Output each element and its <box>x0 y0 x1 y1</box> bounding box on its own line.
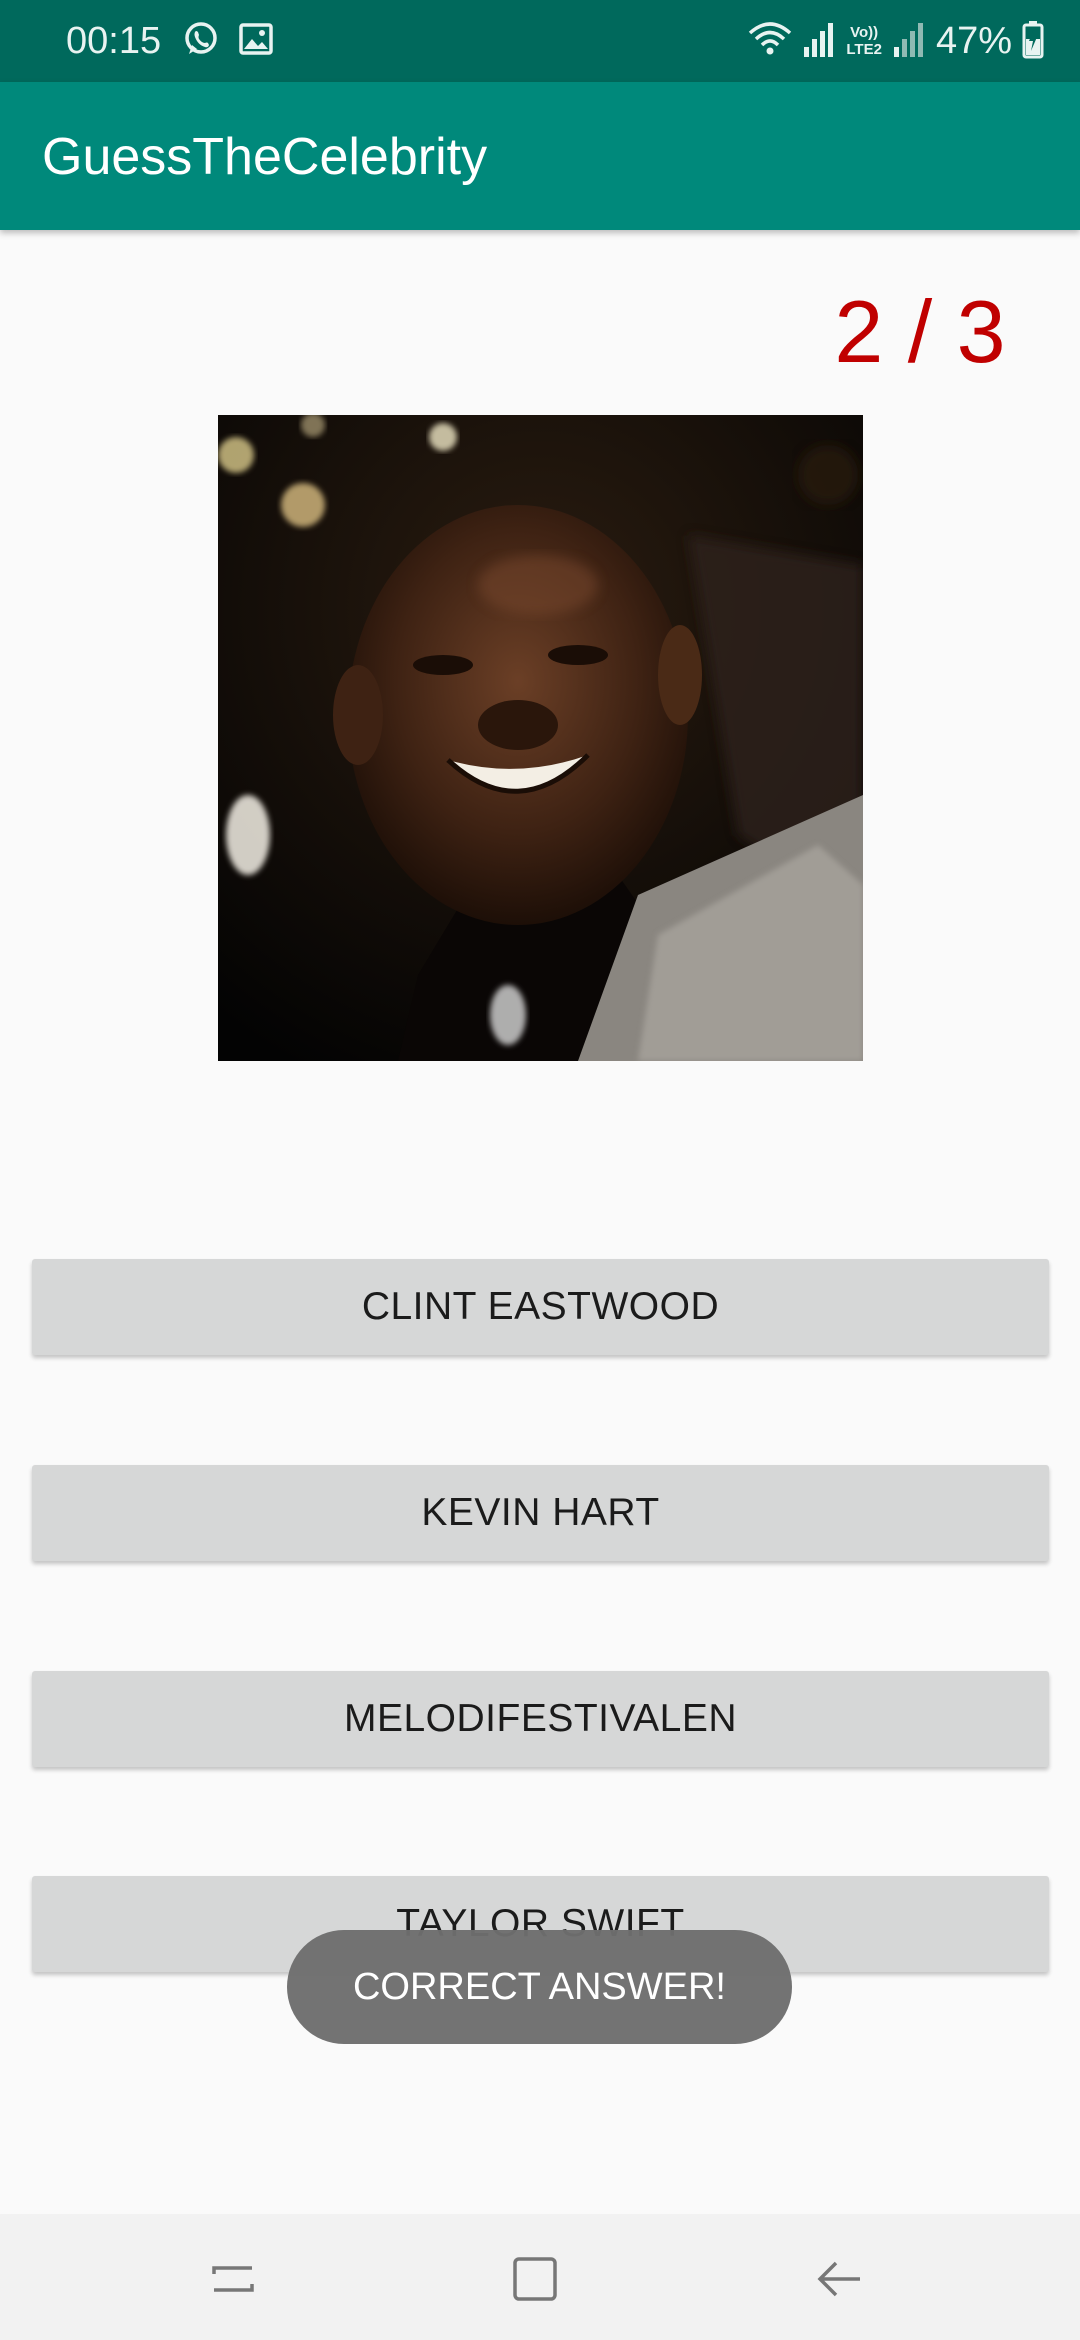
recent-apps-icon[interactable] <box>200 2246 266 2312</box>
celebrity-photo-image <box>218 415 863 1061</box>
toast-text: CORRECT ANSWER! <box>352 1965 726 2008</box>
status-time: 00:15 <box>66 20 162 62</box>
signal-icon <box>802 19 836 64</box>
answer-button-1[interactable]: CLINT EASTWOOD <box>32 1259 1049 1355</box>
answer-button-2[interactable]: KEVIN HART <box>32 1465 1049 1561</box>
whatsapp-icon <box>182 20 220 63</box>
battery-icon <box>1022 19 1044 64</box>
answer-button-3[interactable]: MELODIFESTIVALEN <box>32 1671 1049 1767</box>
home-icon[interactable] <box>502 2246 568 2312</box>
celebrity-photo <box>218 415 863 1061</box>
gallery-icon <box>238 21 274 62</box>
navigation-bar <box>0 2214 1080 2340</box>
wifi-icon <box>748 19 792 64</box>
back-icon[interactable] <box>806 2246 872 2312</box>
status-left-icons <box>182 20 274 63</box>
battery-percent: 47% <box>935 20 1012 62</box>
app-bar: GuessTheCelebrity <box>0 82 1080 230</box>
volte-label: Vo)) <box>850 24 879 41</box>
question-counter: 2 / 3 <box>834 282 1006 381</box>
toast-message: CORRECT ANSWER! <box>287 1930 792 2044</box>
status-bar: 00:15 Vo)) LTE2 47% <box>0 0 1080 82</box>
signal-icon <box>892 19 926 64</box>
app-title: GuessTheCelebrity <box>42 128 488 186</box>
lte-label: LTE2 <box>846 41 882 58</box>
volte-icon: Vo)) LTE2 <box>846 24 882 58</box>
status-right-icons: Vo)) LTE2 47% <box>748 18 1044 64</box>
